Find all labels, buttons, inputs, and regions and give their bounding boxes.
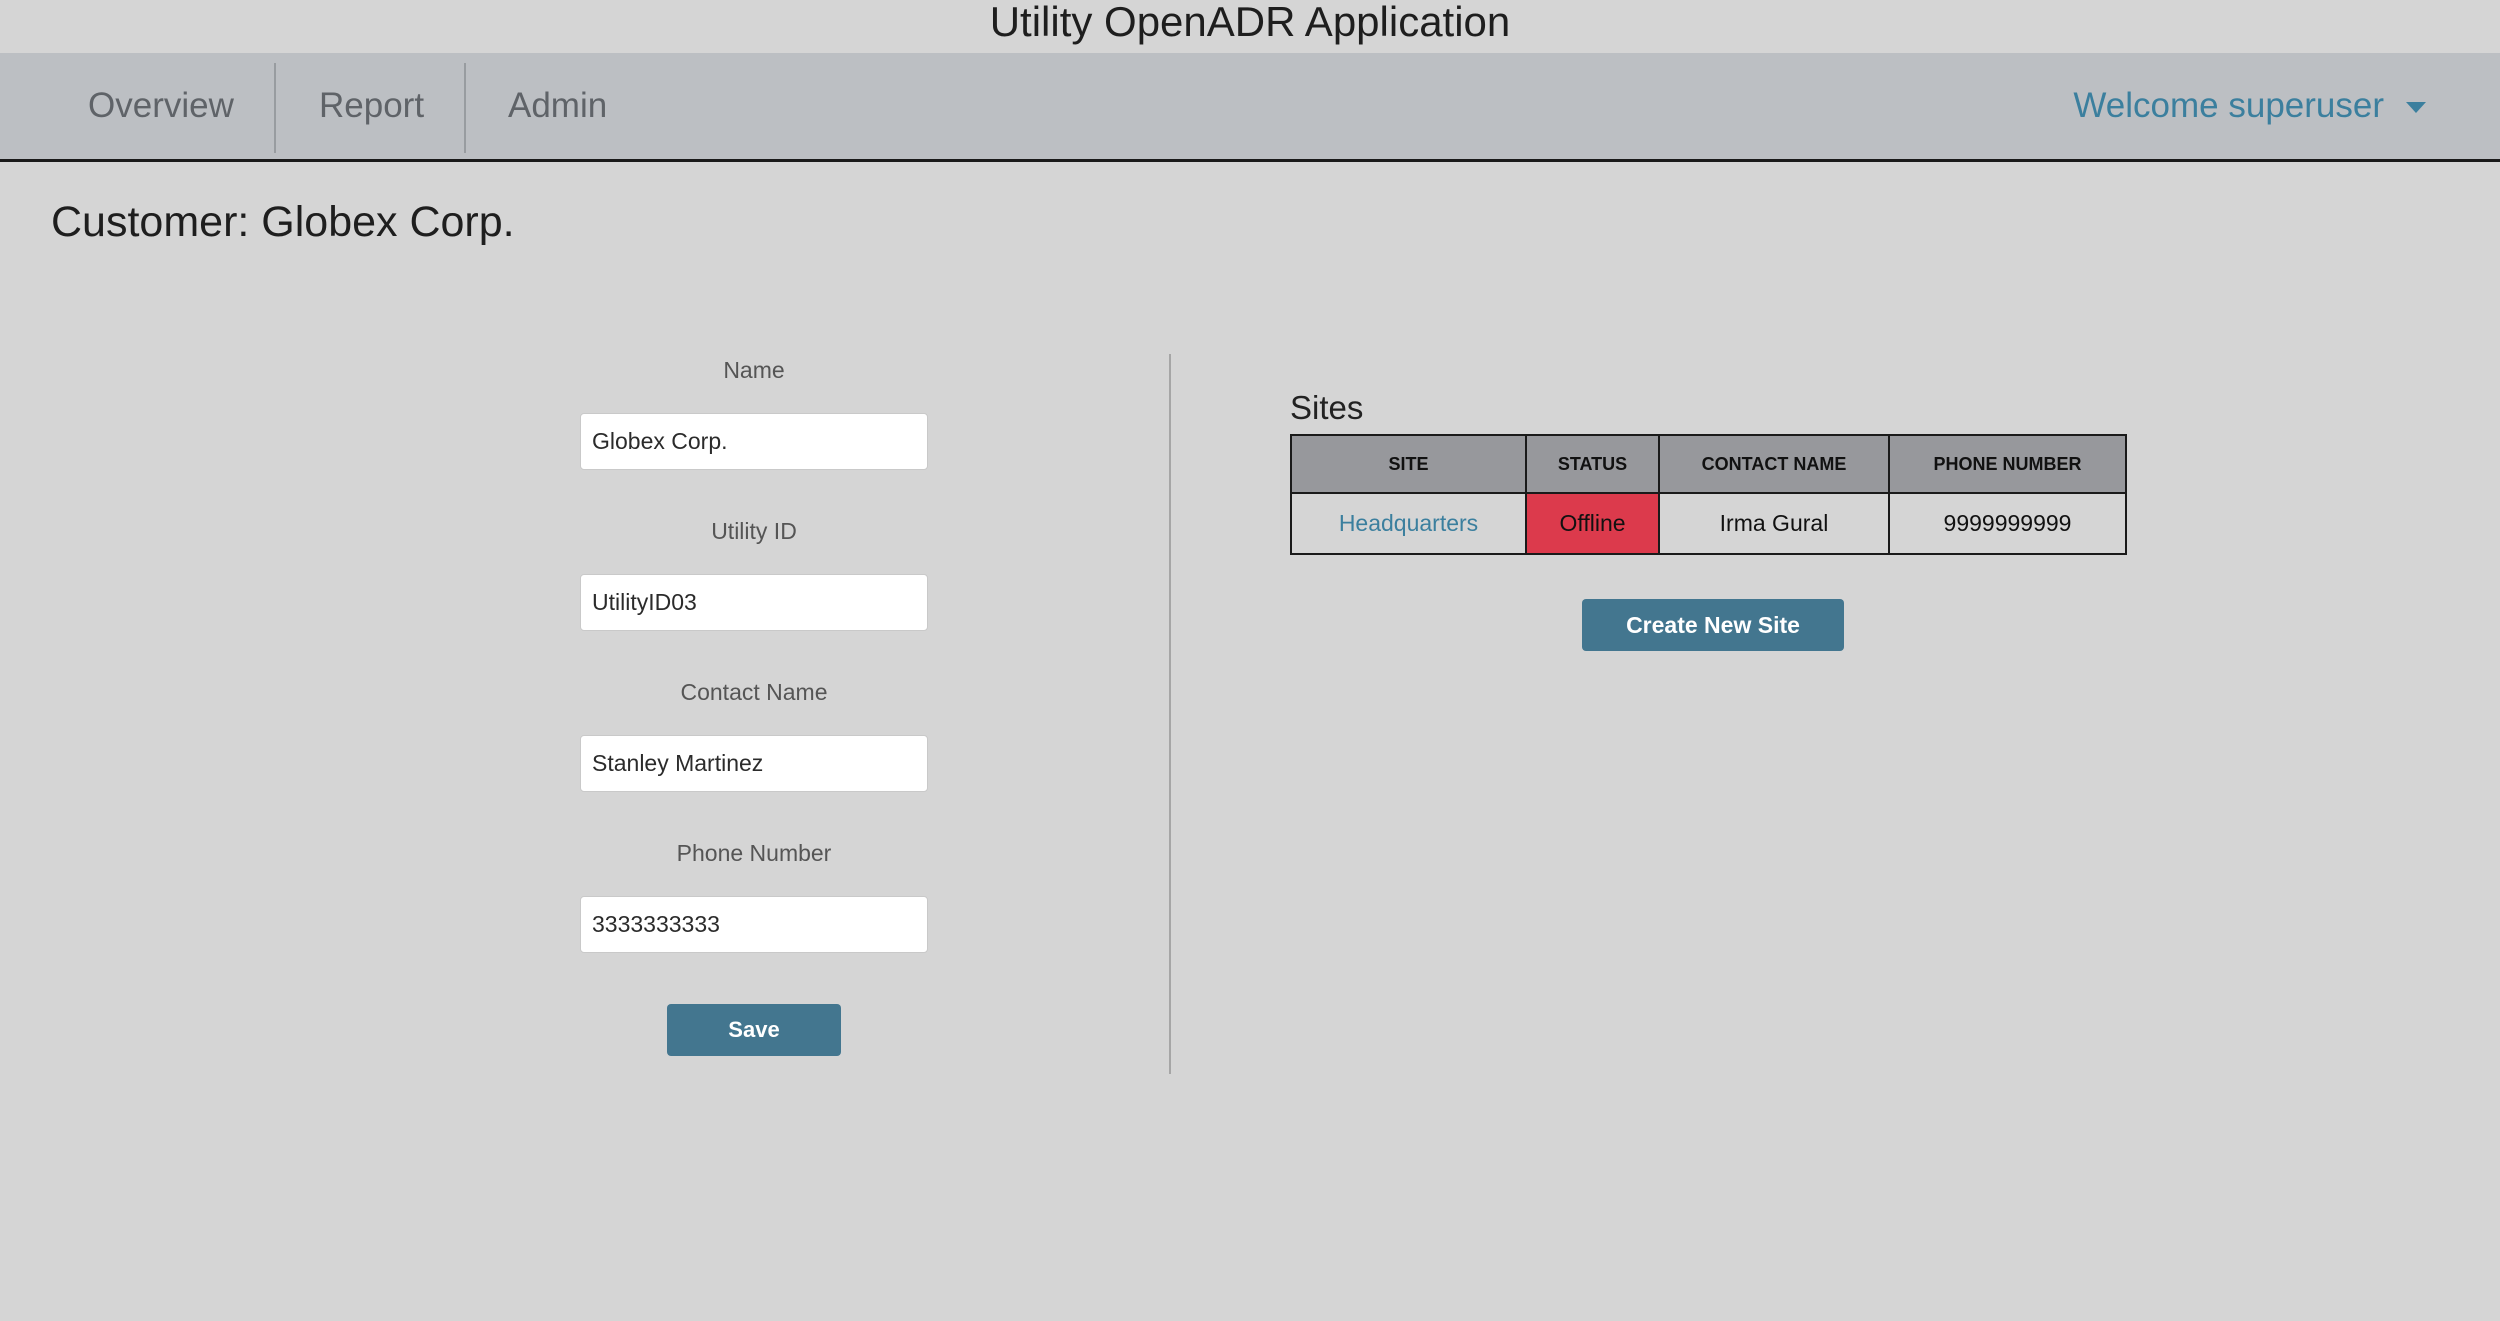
caret-down-icon: [2406, 101, 2426, 113]
user-menu-dropdown[interactable]: Welcome superuser: [2073, 53, 2426, 159]
column-header-status: STATUS: [1525, 434, 1660, 494]
save-button[interactable]: Save: [667, 1004, 841, 1056]
phone-number-field[interactable]: [580, 896, 928, 953]
customer-form: Name Utility ID Contact Name Phone Numbe…: [580, 355, 928, 999]
name-label: Name: [723, 357, 785, 383]
column-divider: [1169, 354, 1171, 1074]
name-field[interactable]: [580, 413, 928, 470]
nav-item-admin[interactable]: Admin: [508, 53, 607, 159]
column-header-site: SITE: [1290, 434, 1527, 494]
nav-item-report[interactable]: Report: [319, 53, 424, 159]
site-link-headquarters[interactable]: Headquarters: [1339, 510, 1478, 536]
app-title: Utility OpenADR Application: [989, 0, 1511, 45]
contact-name-cell: Irma Gural: [1658, 492, 1890, 555]
nav-divider: [274, 63, 276, 153]
top-navbar: Overview Report Admin Welcome superuser: [0, 53, 2500, 162]
contact-name-label: Contact Name: [680, 679, 828, 705]
sites-table: SITE STATUS CONTACT NAME PHONE NUMBER He…: [1290, 434, 2127, 555]
sites-heading: Sites: [1290, 389, 1364, 426]
table-header-row: SITE STATUS CONTACT NAME PHONE NUMBER: [1290, 434, 2127, 494]
nav-divider: [464, 63, 466, 153]
nav-item-overview[interactable]: Overview: [88, 53, 234, 159]
status-badge: Offline: [1525, 492, 1660, 555]
column-header-phone-number: PHONE NUMBER: [1888, 434, 2127, 494]
create-new-site-button[interactable]: Create New Site: [1582, 599, 1844, 651]
utility-id-field[interactable]: [580, 574, 928, 631]
column-header-contact-name: CONTACT NAME: [1658, 434, 1890, 494]
site-cell: Headquarters: [1290, 492, 1527, 555]
utility-id-label: Utility ID: [711, 518, 797, 544]
contact-name-field[interactable]: [580, 735, 928, 792]
table-row: Headquarters Offline Irma Gural 99999999…: [1290, 492, 2127, 555]
page-title: Customer: Globex Corp.: [51, 198, 515, 246]
user-menu-label: Welcome superuser: [2073, 86, 2384, 125]
phone-number-cell: 9999999999: [1888, 492, 2127, 555]
phone-number-label: Phone Number: [676, 840, 832, 866]
